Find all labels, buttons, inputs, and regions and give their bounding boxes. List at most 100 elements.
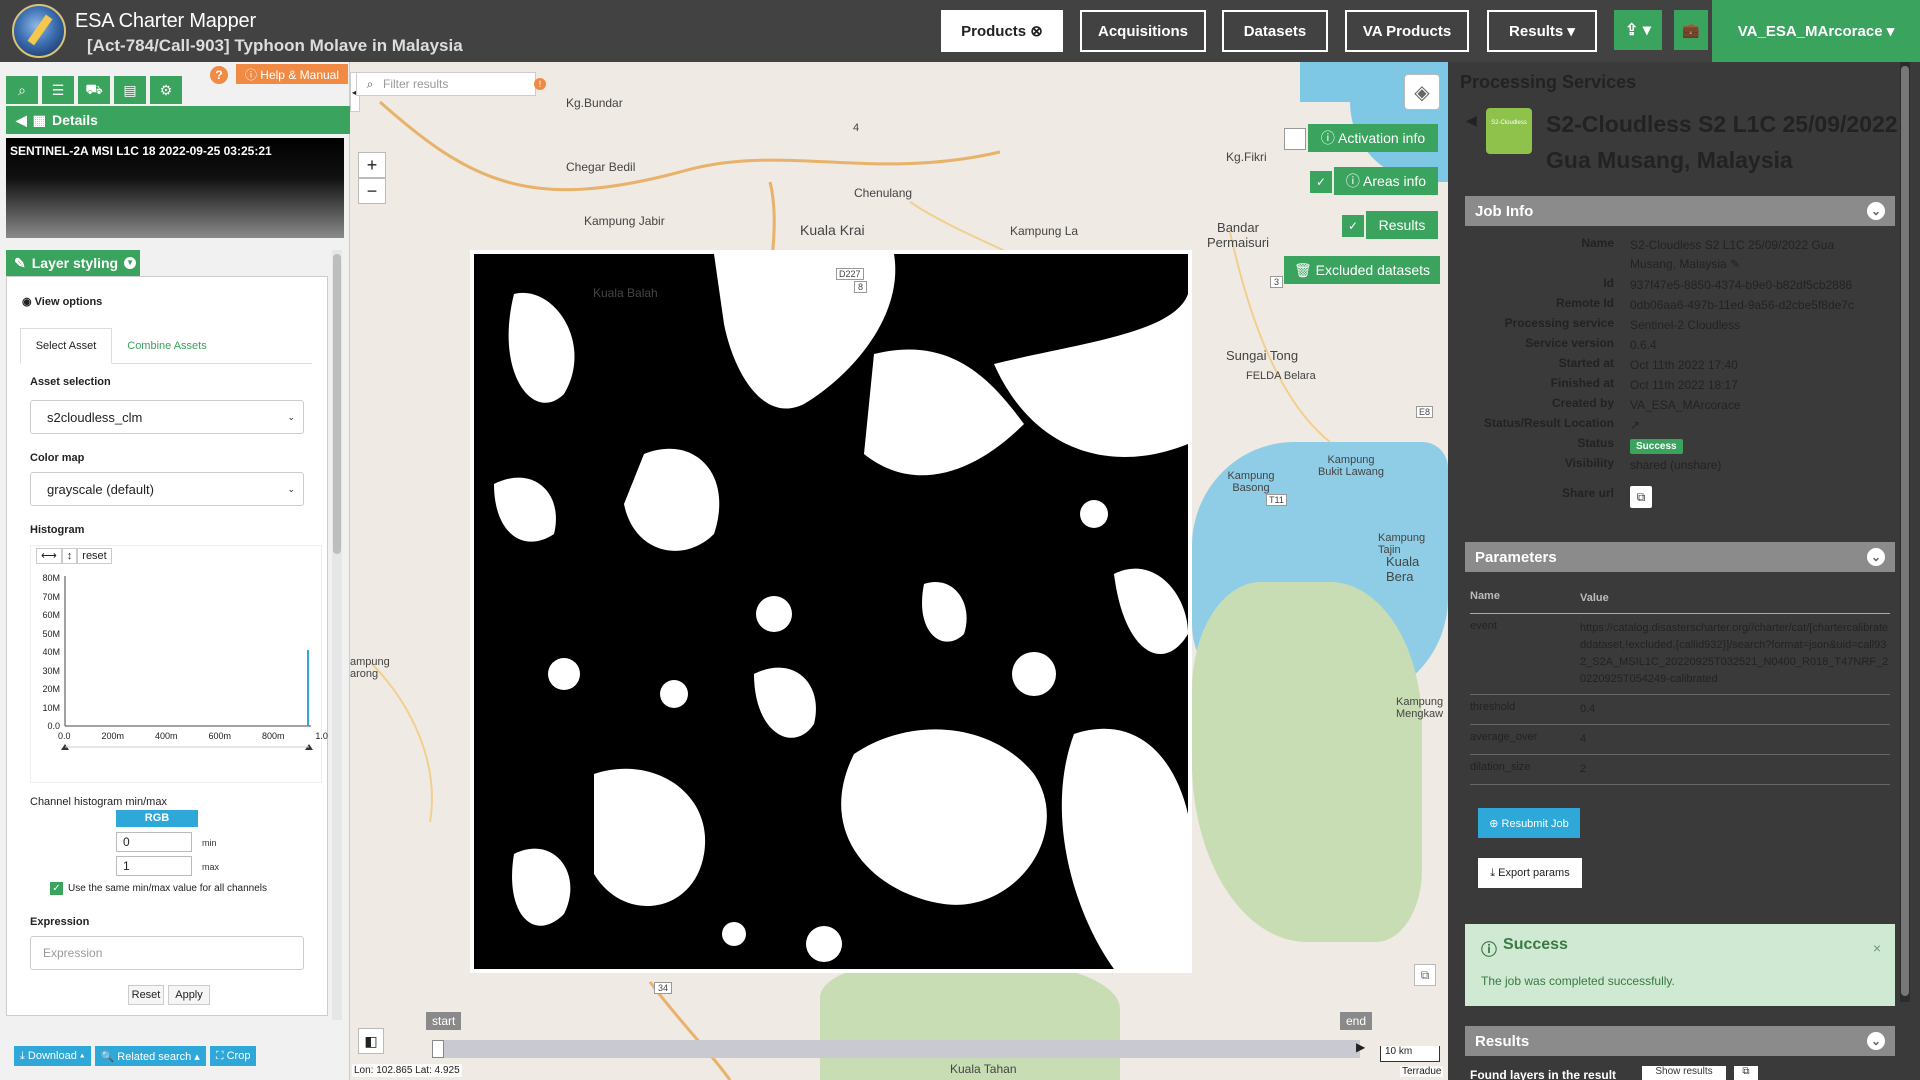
user-menu[interactable]: VA_ESA_MArcorace ▾: [1712, 0, 1920, 62]
field-key: Visibility: [1564, 456, 1614, 470]
areas-info-checkbox[interactable]: ✓: [1310, 171, 1332, 193]
screenshot-icon[interactable]: ⧉: [1414, 964, 1436, 986]
vertical-zoom-icon[interactable]: ↕: [61, 548, 78, 564]
show-results-button[interactable]: Show results: [1642, 1066, 1726, 1080]
nav-datasets[interactable]: Datasets: [1222, 10, 1328, 52]
field-visibility: Visibility shared (unshare): [1465, 456, 1895, 475]
param-value: 4: [1580, 733, 1587, 745]
rgb-channel-button[interactable]: RGB: [116, 810, 198, 827]
field-finished-at: Finished at Oct 11th 2022 18:17: [1465, 376, 1895, 395]
reset-button[interactable]: Reset: [128, 985, 164, 1005]
help-icon[interactable]: ?: [210, 66, 228, 84]
briefcase-icon[interactable]: 💼: [1674, 10, 1708, 50]
back-icon[interactable]: ◀: [1466, 112, 1477, 129]
min-input[interactable]: 0: [116, 832, 192, 852]
chevron-down-icon: ⌄: [287, 411, 295, 422]
download-button[interactable]: ⤓ Download ▴: [14, 1046, 91, 1066]
chevron-down-icon[interactable]: ⌄: [1867, 1032, 1885, 1050]
search-icon: ⌕: [366, 76, 374, 91]
asset-selection-value: s2cloudless_clm: [47, 409, 143, 425]
nav-results[interactable]: Results ▾: [1487, 10, 1597, 52]
chevron-down-icon[interactable]: ⌄: [1867, 548, 1885, 566]
asset-selection-dropdown[interactable]: s2cloudless_clm ⌄: [30, 400, 304, 434]
copy-icon[interactable]: ⧉: [1630, 486, 1652, 508]
histogram-reset-button[interactable]: reset: [77, 548, 112, 564]
road-label: 4: [853, 122, 860, 134]
archive-icon[interactable]: ▤: [114, 76, 146, 104]
activation-info-button[interactable]: ⓘ Activation info: [1308, 124, 1438, 152]
related-search-button[interactable]: 🔍 Related search ▴: [94, 1046, 206, 1066]
apply-button[interactable]: Apply: [168, 985, 210, 1005]
chevron-down-icon[interactable]: ▼: [124, 257, 137, 269]
horizontal-zoom-icon[interactable]: ⟷: [36, 548, 62, 564]
timeline-end-label: end: [1340, 1012, 1373, 1030]
details-header[interactable]: ◀ ▦ Details: [6, 106, 350, 134]
timeline-start-handle[interactable]: [432, 1040, 444, 1058]
chevron-down-icon[interactable]: ⌄: [1867, 202, 1885, 220]
param-key: threshold: [1470, 701, 1516, 713]
same-minmax-checkbox[interactable]: ✓: [50, 882, 63, 895]
timeline-end-handle[interactable]: ▶: [1356, 1040, 1365, 1054]
product-thumbnail: SENTINEL-2A MSI L1C 18 2022-09-25 03:25:…: [6, 138, 344, 238]
zoom-out-button[interactable]: −: [358, 178, 386, 204]
tab-select-asset[interactable]: Select Asset: [20, 328, 112, 364]
map-label: Kuala Balah: [593, 286, 658, 300]
details-label: Details: [52, 112, 98, 128]
close-icon[interactable]: ×: [1873, 940, 1881, 956]
map-view[interactable]: Kg.Bundar Chegar Bedil 4 Chenulang Kampu…: [350, 62, 1448, 1080]
search-icon[interactable]: ⌕: [6, 76, 38, 104]
esa-logo[interactable]: [12, 4, 66, 58]
filter-results-input[interactable]: ⌕ Filter results: [356, 72, 536, 96]
parameters-header[interactable]: Parameters ⌄: [1465, 542, 1895, 572]
road-label: E8: [1416, 406, 1434, 418]
basket-icon[interactable]: ⛟: [78, 76, 110, 104]
table-row: event https://catalog.disasterscharter.o…: [1470, 614, 1890, 695]
param-value: 0.4: [1580, 703, 1596, 715]
results-checkbox[interactable]: ✓: [1342, 215, 1364, 237]
nav-acquisitions[interactable]: Acquisitions: [1080, 10, 1206, 52]
chevron-left-icon[interactable]: ◀: [16, 112, 27, 129]
export-params-button[interactable]: ⤓ Export params: [1478, 858, 1582, 888]
left-scrollbar[interactable]: [332, 250, 342, 1020]
tab-combine-assets[interactable]: Combine Assets: [112, 328, 222, 364]
histogram-chart[interactable]: [30, 545, 322, 783]
max-label: max: [202, 862, 220, 872]
upload-button[interactable]: ⇪ ▾: [1614, 10, 1662, 50]
expression-input[interactable]: Expression: [30, 936, 304, 970]
external-link-icon[interactable]: ↗: [1630, 416, 1880, 435]
table-row: threshold 0.4: [1470, 695, 1890, 725]
field-share-url: Share url ⧉: [1465, 486, 1895, 508]
excluded-datasets-button[interactable]: 🗑 Excluded datasets: [1284, 256, 1440, 284]
max-value: 1: [123, 859, 130, 873]
areas-info-button[interactable]: ⓘ Areas info: [1334, 167, 1438, 195]
gear-icon[interactable]: ⚙: [150, 76, 182, 104]
max-input[interactable]: 1: [116, 856, 192, 876]
info-icon[interactable]: !: [534, 78, 546, 90]
timeline-toggle-icon[interactable]: ◧: [358, 1028, 384, 1054]
view-options[interactable]: ◉ View options: [22, 295, 102, 308]
nav-va-products[interactable]: VA Products: [1345, 10, 1469, 52]
field-value: 0.6.4: [1630, 338, 1657, 352]
color-map-dropdown[interactable]: grayscale (default) ⌄: [30, 472, 304, 506]
field-remote-id: Remote Id 0db06aa6-497b-11ed-9a56-d2cbe5f…: [1465, 296, 1895, 315]
zoom-in-button[interactable]: +: [358, 152, 386, 178]
param-value: 2: [1580, 763, 1587, 775]
results-button[interactable]: Results: [1366, 211, 1438, 239]
activation-info-checkbox[interactable]: [1284, 128, 1306, 150]
layers-icon[interactable]: ◈: [1404, 74, 1440, 110]
map-label: Kampung Bukit Lawang: [1317, 454, 1385, 478]
timeline-slider[interactable]: [438, 1040, 1360, 1058]
field-key: Created by: [1551, 396, 1614, 410]
nav-products[interactable]: Products ⊗: [941, 10, 1063, 52]
right-scrollbar[interactable]: [1900, 62, 1910, 1002]
visibility-value[interactable]: shared (unshare): [1630, 456, 1880, 475]
job-info-header[interactable]: Job Info ⌄: [1465, 196, 1895, 226]
results-header[interactable]: Results ⌄: [1465, 1026, 1895, 1056]
list-icon[interactable]: ☰: [42, 76, 74, 104]
resubmit-job-button[interactable]: ⊕ Resubmit Job: [1478, 808, 1580, 838]
layer-styling-header[interactable]: ✎ Layer styling ▼: [6, 250, 140, 276]
help-manual-button[interactable]: ⓘ Help & Manual: [236, 64, 348, 84]
field-value: Oct 11th 2022 17:40: [1630, 358, 1738, 372]
copy-icon[interactable]: ⧉: [1734, 1066, 1758, 1080]
crop-button[interactable]: ⛶ Crop: [209, 1046, 257, 1066]
